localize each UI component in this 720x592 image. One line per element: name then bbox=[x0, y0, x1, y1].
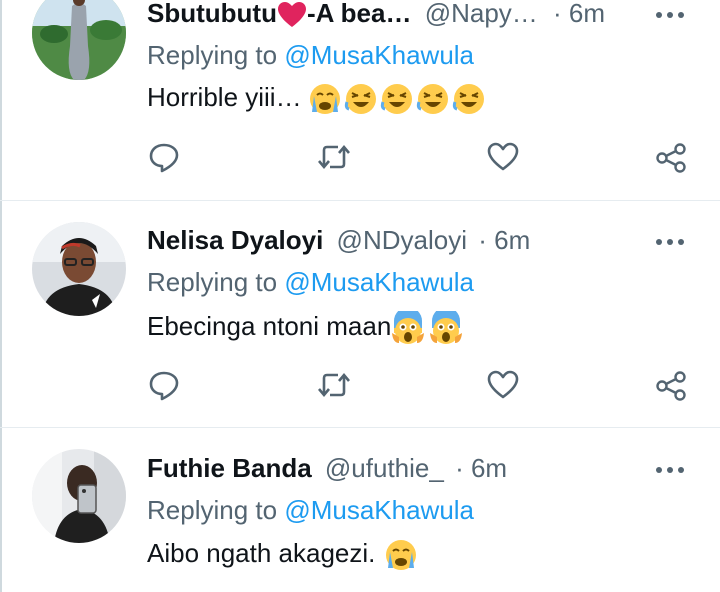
like-icon[interactable] bbox=[486, 141, 519, 173]
tweet-text: Horrible yiii… bbox=[147, 82, 489, 116]
emoji-group bbox=[309, 82, 489, 116]
timestamp[interactable]: 6m bbox=[471, 453, 507, 483]
display-name[interactable]: Futhie Banda bbox=[147, 453, 312, 483]
replying-to-label: Replying to bbox=[147, 40, 285, 70]
replying-to: Replying to @MusaKhawula bbox=[147, 267, 474, 297]
tweet-1[interactable]: Sbutubutu -A bea… @Napy… · 6m Replying to… bbox=[0, 0, 720, 198]
timestamp[interactable]: 6m bbox=[494, 225, 530, 255]
crying-face-emoji-icon bbox=[309, 84, 340, 115]
like-icon[interactable] bbox=[486, 369, 519, 401]
retweet-icon[interactable] bbox=[316, 141, 350, 173]
tweet-text: Ebecinga ntoni maan bbox=[147, 311, 465, 345]
avatar[interactable] bbox=[32, 222, 126, 316]
mention-link[interactable]: @MusaKhawula bbox=[284, 40, 474, 70]
mention-link[interactable]: @MusaKhawula bbox=[284, 267, 474, 297]
tweet-3[interactable]: Futhie Banda @ufuthie_ · 6m Replying to … bbox=[0, 428, 720, 592]
more-options-icon[interactable] bbox=[654, 464, 686, 476]
avatar[interactable] bbox=[32, 0, 126, 80]
mention-link[interactable]: @MusaKhawula bbox=[284, 495, 474, 525]
tweet-header: Futhie Banda @ufuthie_ · 6m bbox=[147, 453, 507, 483]
separator-dot: · bbox=[455, 453, 464, 483]
tweet-text-content: Ebecinga ntoni maan bbox=[147, 311, 392, 341]
tweet-text: Aibo ngath akagezi. bbox=[147, 538, 419, 572]
display-name-tail[interactable]: -A bea… bbox=[307, 0, 412, 28]
screaming-face-emoji-icon bbox=[392, 311, 425, 345]
tweet-text-content: Horrible yiii… bbox=[147, 82, 302, 112]
share-icon[interactable] bbox=[654, 369, 686, 401]
user-handle[interactable]: @Napy… bbox=[425, 0, 538, 28]
display-name[interactable]: Nelisa Dyaloyi bbox=[147, 225, 323, 255]
rofl-emoji-icon bbox=[380, 84, 412, 115]
tweet-2[interactable]: Nelisa Dyaloyi @NDyaloyi · 6m Replying t… bbox=[0, 201, 720, 427]
separator-dot: · bbox=[553, 0, 562, 28]
retweet-icon[interactable] bbox=[316, 369, 350, 401]
more-options-icon[interactable] bbox=[654, 236, 686, 248]
user-handle[interactable]: @NDyaloyi bbox=[337, 225, 467, 255]
replying-to: Replying to @MusaKhawula bbox=[147, 495, 474, 525]
more-options-icon[interactable] bbox=[654, 9, 686, 21]
replying-to-label: Replying to bbox=[147, 495, 285, 525]
emoji-group bbox=[383, 538, 419, 572]
reply-icon[interactable] bbox=[148, 369, 180, 401]
separator-dot: · bbox=[478, 225, 487, 255]
rofl-emoji-icon bbox=[416, 84, 448, 115]
replying-to: Replying to @MusaKhawula bbox=[147, 40, 474, 70]
heart-emoji-icon bbox=[277, 2, 306, 28]
display-name[interactable]: Sbutubutu bbox=[147, 0, 277, 28]
rofl-emoji-icon bbox=[452, 84, 484, 115]
user-handle[interactable]: @ufuthie_ bbox=[325, 453, 444, 483]
crying-face-emoji-icon bbox=[385, 540, 416, 571]
timestamp[interactable]: 6m bbox=[569, 0, 605, 28]
screaming-face-emoji-icon bbox=[430, 311, 463, 345]
tweet-header: Nelisa Dyaloyi @NDyaloyi · 6m bbox=[147, 225, 530, 255]
tweet-header: Sbutubutu -A bea… @Napy… · 6m bbox=[147, 0, 605, 28]
share-icon[interactable] bbox=[654, 141, 686, 173]
replying-to-label: Replying to bbox=[147, 267, 285, 297]
tweet-text-content: Aibo ngath akagezi. bbox=[147, 538, 376, 568]
emoji-group bbox=[391, 311, 465, 345]
reply-icon[interactable] bbox=[148, 141, 180, 173]
rofl-emoji-icon bbox=[344, 84, 376, 115]
avatar[interactable] bbox=[32, 449, 126, 543]
